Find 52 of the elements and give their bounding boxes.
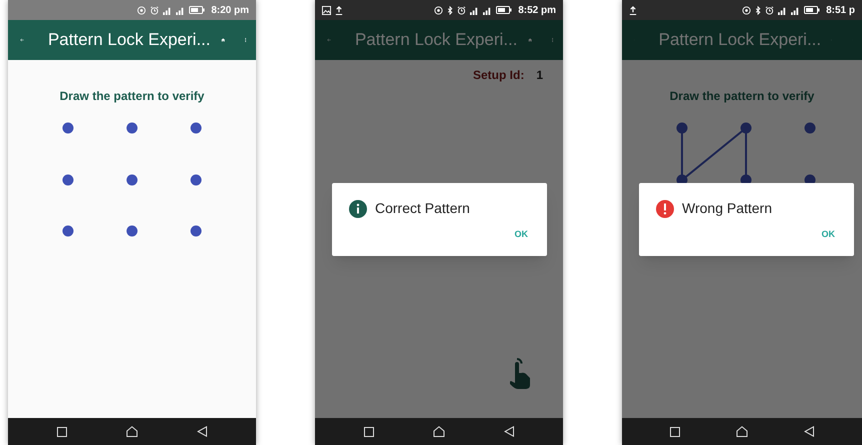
- app-title: Pattern Lock Experi...: [48, 29, 210, 52]
- app-title: Pattern Lock Experi...: [658, 29, 822, 52]
- hotspot-icon: [137, 6, 146, 14]
- pattern-dot[interactable]: [676, 122, 688, 134]
- battery-icon: [496, 6, 512, 14]
- pattern-dot[interactable]: [190, 174, 202, 186]
- home-outline-icon[interactable]: [126, 426, 138, 437]
- info-icon: [349, 200, 367, 218]
- pattern-dot[interactable]: [62, 174, 74, 186]
- back-triangle-icon[interactable]: [804, 426, 814, 437]
- pattern-dot[interactable]: [190, 226, 202, 236]
- alarm-icon: [150, 6, 160, 14]
- pattern-instruction: Draw the pattern to verify: [58, 89, 206, 103]
- app-title: Pattern Lock Experi...: [354, 29, 518, 52]
- home-outline-icon[interactable]: [736, 426, 748, 437]
- ok-button[interactable]: OK: [512, 228, 530, 242]
- ok-button[interactable]: OK: [820, 228, 837, 242]
- dialog-title: Wrong Pattern: [682, 199, 772, 218]
- back-triangle-icon[interactable]: [504, 426, 514, 437]
- back-triangle-icon[interactable]: [196, 426, 207, 437]
- pattern-dot[interactable]: [126, 226, 138, 236]
- setup-id-value: 1: [536, 67, 543, 84]
- pattern-dot[interactable]: [62, 226, 74, 236]
- dialog-title: Correct Pattern: [375, 199, 470, 218]
- pattern-dot[interactable]: [62, 122, 74, 134]
- signal-icon: [176, 6, 186, 14]
- alarm-icon: [765, 6, 774, 14]
- alarm-icon: [457, 6, 466, 14]
- pattern-dot[interactable]: [804, 122, 816, 134]
- signal-icon: [470, 6, 480, 14]
- pattern-instruction: Draw the pattern to verify: [668, 89, 816, 103]
- status-time: 8:20 pm: [211, 4, 249, 18]
- battery-icon: [804, 6, 820, 14]
- pattern-dot[interactable]: [740, 122, 752, 134]
- pattern-dot[interactable]: [190, 122, 202, 134]
- signal-icon: [791, 6, 800, 14]
- signal-icon: [778, 6, 788, 14]
- pattern-dot[interactable]: [126, 174, 138, 186]
- pattern-dot[interactable]: [126, 122, 138, 134]
- status-time: 8:52 pm: [518, 4, 556, 18]
- recents-icon[interactable]: [670, 426, 680, 436]
- setup-id-label: Setup Id:: [472, 67, 524, 84]
- hotspot-icon: [434, 6, 444, 14]
- recents-icon[interactable]: [364, 426, 374, 436]
- hotspot-icon: [742, 6, 752, 14]
- home-outline-icon[interactable]: [432, 426, 445, 437]
- signal-icon: [483, 6, 492, 14]
- signal-icon: [163, 6, 172, 14]
- status-time: 8:51 p: [826, 4, 855, 18]
- recents-icon[interactable]: [57, 426, 68, 436]
- battery-icon: [189, 6, 206, 14]
- error-icon: [656, 200, 674, 218]
